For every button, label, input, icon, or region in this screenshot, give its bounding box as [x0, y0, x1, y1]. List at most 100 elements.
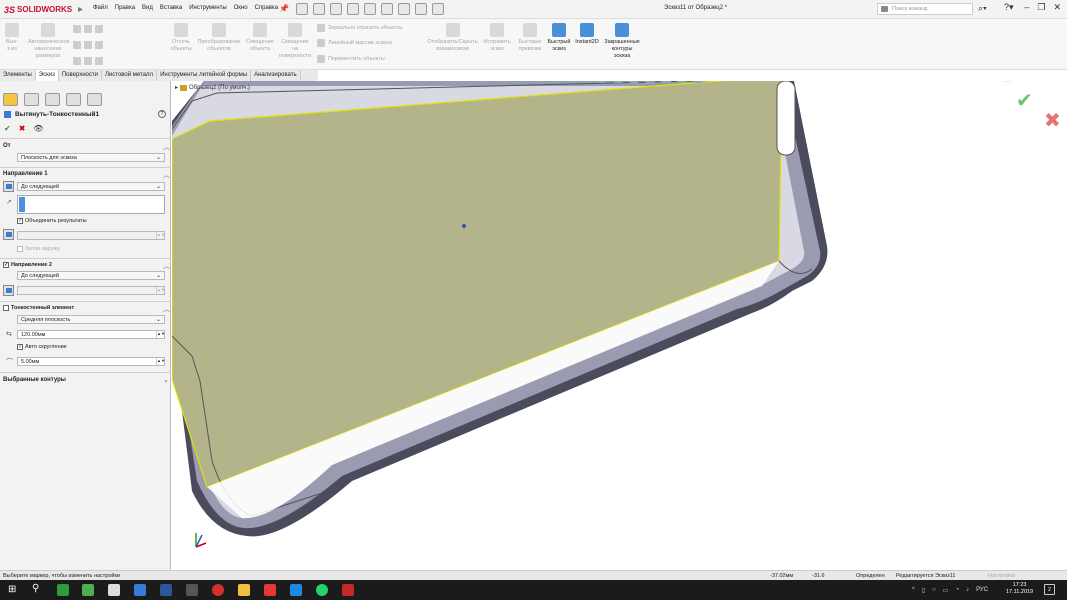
calculator-icon[interactable] — [108, 584, 120, 596]
menu-edit[interactable]: Правка — [115, 5, 135, 11]
from-select[interactable]: Плоскость для эскиза ⌄ — [17, 153, 165, 162]
trim-button[interactable]: Отсечь объекты — [166, 23, 196, 53]
graphics-area[interactable]: ▸ Образец2 (По умолч.) ⧉ ⊡ – ❐ ✕ ✔ ✖ — [172, 81, 1067, 570]
offset-surface-button[interactable]: Смещение на поверхности — [278, 23, 312, 60]
search-icon[interactable]: ⚲ — [32, 583, 39, 594]
pin-icon[interactable]: 📌 — [279, 4, 289, 13]
menu-window[interactable]: Окно — [234, 5, 248, 11]
display-style-icon[interactable] — [613, 81, 623, 83]
menu-file[interactable]: Файл — [93, 5, 108, 11]
direction1-select[interactable]: До следующей ⌄ — [17, 182, 165, 191]
collapse-icon[interactable]: ︿ — [163, 142, 170, 152]
volume-icon[interactable]: ♪ — [966, 587, 969, 593]
solidworks-taskbar-icon[interactable] — [186, 584, 198, 596]
tab-features[interactable]: Элементы — [0, 70, 36, 81]
auto-fillet-checkbox[interactable]: ✓ Авто скругление — [17, 344, 67, 350]
chevron-up-icon[interactable]: ^ — [912, 587, 915, 593]
tab-sheet-metal[interactable]: Листовой металл — [102, 70, 158, 81]
minimize-icon[interactable]: – — [1020, 81, 1025, 84]
solidworks-logo[interactable]: 3S SOLIDWORKS ▶ — [4, 3, 83, 16]
units-setting[interactable]: Настройка — [988, 573, 1015, 579]
direction2-select[interactable]: До следующей ⌄ — [17, 271, 165, 280]
tab-mold-tools[interactable]: Инструменты литейной формы — [157, 70, 252, 81]
cancel-icon[interactable]: ✖ — [19, 124, 26, 133]
offset-button[interactable]: Смещение объекта — [244, 23, 276, 53]
opera-tray-icon[interactable]: ○ — [932, 587, 936, 593]
minimize-icon[interactable]: – — [1024, 2, 1029, 13]
move-button[interactable]: Переместить объекты — [317, 55, 385, 63]
open-icon[interactable] — [313, 3, 325, 15]
app-icon[interactable] — [134, 584, 146, 596]
tab-sketch[interactable]: Эскиз — [35, 70, 59, 81]
dynamic-annotation-icon[interactable] — [581, 81, 591, 83]
help-icon[interactable]: ?▾ — [1004, 2, 1014, 13]
search-icon[interactable]: ⌕▾ — [978, 3, 987, 14]
depth2-input[interactable]: ▲▼ — [17, 286, 165, 295]
battery-icon[interactable]: ▭ — [943, 587, 949, 594]
clock[interactable]: 17:23 17.11.2019 — [1006, 582, 1033, 596]
slot-tool[interactable] — [73, 57, 103, 65]
display-tab-icon[interactable] — [87, 93, 102, 106]
line-tool[interactable] — [73, 25, 103, 33]
configuration-tab-icon[interactable] — [45, 93, 60, 106]
whatsapp-icon[interactable] — [316, 584, 328, 596]
smart-dimension-button[interactable]: Автоматическое нанесение размеров — [28, 23, 70, 60]
mirror-button[interactable]: Зеркально отразить объекты — [317, 24, 402, 32]
word-icon[interactable] — [160, 584, 172, 596]
print-icon[interactable] — [347, 3, 359, 15]
merge-result-checkbox[interactable]: ✓ Объединить результаты — [17, 218, 87, 224]
repair-sketch-button[interactable]: Исправить эскиз — [482, 23, 512, 53]
tab-surfaces[interactable]: Поверхности — [59, 70, 102, 81]
yandex-icon[interactable] — [264, 584, 276, 596]
close-icon[interactable]: ✕ — [1051, 81, 1059, 84]
new-doc-icon[interactable] — [296, 3, 308, 15]
green-app-icon[interactable] — [57, 584, 69, 596]
property-manager-tab-icon[interactable] — [24, 93, 39, 106]
menu-tools[interactable]: Инструменты — [189, 5, 226, 11]
ok-icon[interactable]: ✔ — [4, 124, 11, 133]
previous-view-icon[interactable] — [549, 81, 559, 83]
draft-outward-checkbox[interactable]: Уклон наружу — [17, 246, 60, 252]
expand-icon[interactable]: ⌄ — [163, 376, 169, 384]
show-relations-button[interactable]: Отобразить/Скрыть взаимосвязи — [425, 23, 480, 53]
restore-icon[interactable]: ❐ — [1037, 2, 1045, 13]
help-icon[interactable]: ? — [158, 110, 166, 118]
model-view[interactable] — [172, 81, 1067, 570]
view-orientation-icon[interactable] — [597, 81, 607, 83]
tab-evaluate[interactable]: Анализировать — [251, 70, 301, 81]
tile-icon[interactable]: ⧉ — [988, 81, 994, 84]
command-search-input[interactable]: Поиск команд — [877, 3, 973, 15]
convert-button[interactable]: Преобразование объектов — [195, 23, 243, 53]
select-icon[interactable] — [398, 3, 410, 15]
direction-selection-box[interactable] — [17, 195, 165, 214]
spinner-icon[interactable]: ▲▼ — [156, 287, 165, 294]
save-icon[interactable] — [330, 3, 342, 15]
menu-insert[interactable]: Вставка — [160, 5, 182, 11]
menu-help[interactable]: Справка — [255, 5, 279, 11]
restore-icon[interactable]: ❐ — [1034, 81, 1042, 84]
collapse-icon[interactable]: ︿ — [163, 304, 170, 314]
feature-tree-tab-icon[interactable] — [3, 93, 18, 106]
draft-button[interactable] — [3, 229, 14, 240]
thin-feature-checkbox[interactable]: Тонкостенный элемент — [3, 305, 74, 311]
redo-icon[interactable] — [381, 3, 393, 15]
zoom-area-icon[interactable] — [533, 81, 543, 83]
language-indicator[interactable]: РУС — [976, 587, 988, 593]
dimxpert-tab-icon[interactable] — [66, 93, 81, 106]
rapid-sketch-button[interactable]: Быстрый эскиз — [546, 23, 572, 53]
opera-icon[interactable] — [212, 584, 224, 596]
reverse-direction-button[interactable] — [3, 181, 14, 192]
file-explorer-icon[interactable] — [238, 584, 250, 596]
feature-tree-flyout[interactable]: ▸ Образец2 (По умолч.) — [175, 84, 250, 91]
thin-type-select[interactable]: Средняя плоскость ⌄ — [17, 315, 165, 324]
windows-start-icon[interactable]: ⊞ — [8, 584, 16, 595]
spinner-icon[interactable]: ▲▼ — [156, 331, 165, 338]
section-view-icon[interactable] — [565, 81, 575, 83]
draft2-button[interactable] — [3, 285, 14, 296]
undo-icon[interactable] — [364, 3, 376, 15]
scene-icon[interactable] — [661, 81, 671, 83]
drag-handle[interactable] — [462, 224, 466, 228]
rebuild-icon[interactable] — [415, 3, 427, 15]
preview-eye-icon[interactable]: 👁 — [33, 124, 43, 133]
zoom-fit-icon[interactable] — [517, 81, 527, 83]
